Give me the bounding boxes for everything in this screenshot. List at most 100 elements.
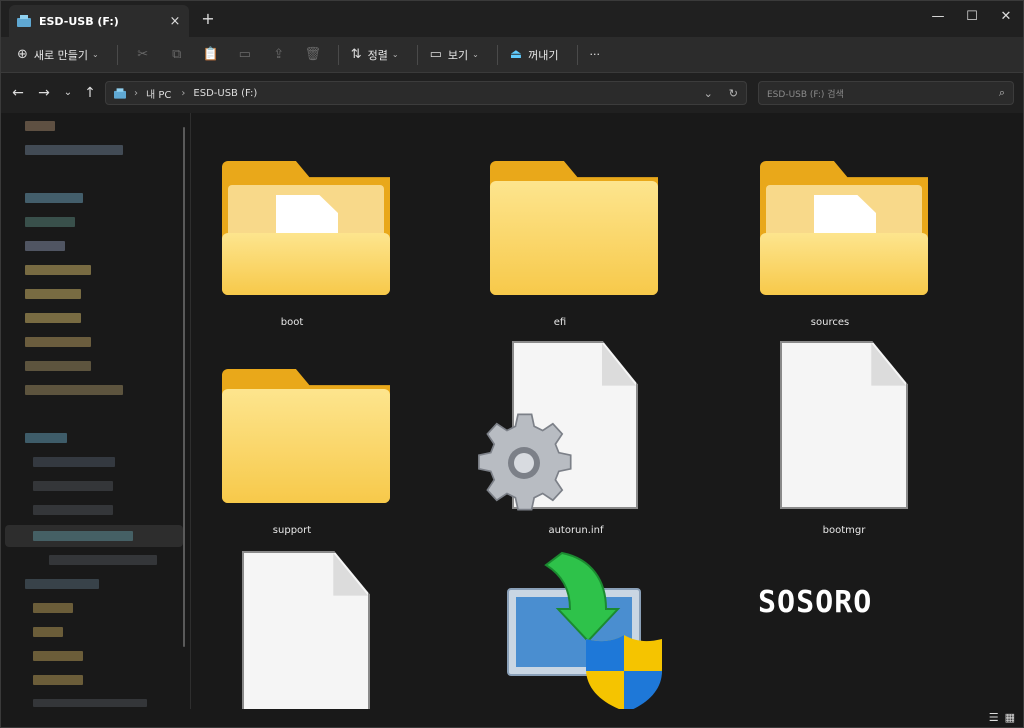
nav-blur: [33, 457, 115, 467]
nav-blur: [25, 361, 91, 371]
recent-chevron-icon[interactable]: ⌄: [59, 87, 77, 98]
sort-label: 정렬: [367, 48, 388, 62]
file-item-efi[interactable]: efi: [460, 131, 660, 331]
back-icon[interactable]: ←: [9, 85, 27, 101]
chevron-right-icon: ›: [181, 87, 186, 99]
divider: [116, 44, 118, 65]
nav-blur: [25, 145, 123, 155]
file-item-setup[interactable]: [502, 549, 702, 709]
nav-blur: [25, 193, 83, 203]
refresh-icon[interactable]: ↻: [729, 87, 738, 100]
nav-blur: [25, 579, 99, 589]
large-icons-view-icon[interactable]: ▦: [1005, 711, 1015, 724]
file-item-autorun[interactable]: autorun.inf: [476, 339, 676, 539]
rename-icon[interactable]: ▭: [228, 41, 262, 69]
item-label: sources: [810, 317, 850, 328]
share-icon[interactable]: ⇪: [262, 41, 296, 69]
minimize-button[interactable]: —: [921, 1, 955, 31]
copy-icon[interactable]: ⧉: [160, 41, 194, 69]
navigation-pane[interactable]: [1, 113, 191, 709]
search-icon: ⌕: [998, 86, 1005, 99]
item-label: boot: [280, 317, 304, 328]
new-tab-button[interactable]: +: [199, 9, 217, 28]
nav-blur: [33, 651, 83, 661]
drive-icon: [17, 15, 31, 27]
new-button[interactable]: ⊕ 새로 만들기 ⌄: [13, 41, 103, 69]
explorer-window: ESD-USB (F:) × + — ☐ ✕ ⊕ 새로 만들기 ⌄ ✂ ⧉ 📋 …: [0, 0, 1024, 728]
nav-blur: [33, 627, 63, 637]
command-bar: ⊕ 새로 만들기 ⌄ ✂ ⧉ 📋 ▭ ⇪ 🗑 ⇅ 정렬 ⌄ ▭ 보기 ⌄ ⏏ 꺼…: [1, 37, 1023, 73]
file-list: boot efi sources support autorun.inf boo…: [192, 113, 1023, 709]
eject-button[interactable]: ⏏ 꺼내기: [506, 41, 563, 69]
file-item-blank[interactable]: [208, 549, 408, 709]
watermark-logo: SOSORO: [758, 585, 873, 620]
nav-blur: [25, 241, 65, 251]
chevron-down-icon: ⌄: [391, 50, 399, 59]
gear-icon: [478, 413, 572, 511]
nav-blur: [25, 217, 75, 227]
folder-icon: [490, 161, 658, 295]
sort-button[interactable]: ⇅ 정렬 ⌄: [347, 41, 403, 69]
file-item-bootmgr[interactable]: bootmgr: [744, 339, 944, 539]
address-row: ← → ⌄ ↑ › 내 PC › ESD-USB (F:) ⌄ ↻ ESD-US…: [1, 73, 1023, 113]
plus-circle-icon: ⊕: [17, 47, 28, 62]
tab-close-icon[interactable]: ×: [167, 14, 183, 29]
maximize-button[interactable]: ☐: [955, 1, 989, 31]
divider: [337, 44, 339, 65]
eject-label: 꺼내기: [528, 48, 559, 62]
search-placeholder: ESD-USB (F:) 검색: [767, 89, 844, 100]
title-bar: ESD-USB (F:) × + — ☐ ✕: [1, 1, 1023, 37]
forward-icon[interactable]: →: [35, 85, 53, 101]
item-label: bootmgr: [822, 525, 866, 536]
chevron-down-icon: ⌄: [472, 50, 479, 59]
close-window-button[interactable]: ✕: [989, 1, 1023, 31]
chevron-right-icon: ›: [134, 87, 138, 99]
file-item-boot[interactable]: boot: [192, 131, 392, 331]
nav-blur: [33, 505, 113, 515]
nav-blur: [25, 121, 55, 131]
folder-with-doc-icon: [760, 161, 928, 295]
drive-icon: [114, 87, 126, 99]
nav-blur: [25, 265, 91, 275]
nav-blur: [25, 385, 123, 395]
more-button[interactable]: ···: [586, 41, 605, 69]
folder-with-doc-icon: [222, 161, 390, 295]
breadcrumb-this-pc[interactable]: 내 PC: [146, 86, 171, 101]
tab-esd-usb[interactable]: ESD-USB (F:) ×: [9, 5, 189, 37]
nav-blur: [25, 337, 91, 347]
nav-blur: [33, 603, 73, 613]
new-label: 새로 만들기: [33, 48, 89, 62]
search-input[interactable]: ESD-USB (F:) 검색 ⌕: [758, 81, 1014, 105]
nav-blur: [33, 481, 113, 491]
details-view-icon[interactable]: ☰: [989, 711, 999, 724]
sort-icon: ⇅: [350, 47, 362, 62]
nav-blur: [33, 675, 83, 685]
file-item-support[interactable]: support: [192, 339, 392, 539]
eject-icon: ⏏: [509, 47, 523, 62]
nav-blur: [25, 289, 81, 299]
item-label: efi: [553, 317, 567, 328]
divider: [576, 44, 578, 65]
divider: [416, 44, 418, 65]
cut-icon[interactable]: ✂: [126, 41, 160, 69]
history-chevron-icon[interactable]: ⌄: [704, 87, 713, 100]
nav-blur: [49, 555, 157, 565]
tab-label: ESD-USB (F:): [39, 14, 119, 28]
chevron-down-icon: ⌄: [92, 50, 99, 59]
file-item-sources[interactable]: sources: [730, 131, 930, 331]
breadcrumb-drive[interactable]: ESD-USB (F:): [193, 88, 257, 99]
item-label: support: [272, 525, 312, 536]
delete-icon[interactable]: 🗑: [296, 41, 330, 69]
setup-installer-icon: [507, 551, 662, 709]
paste-icon[interactable]: 📋: [194, 41, 228, 69]
divider: [496, 44, 498, 65]
nav-blur: [25, 313, 81, 323]
nav-blur: [33, 699, 147, 707]
status-bar: ☰ ▦: [1, 709, 1023, 727]
up-icon[interactable]: ↑: [81, 85, 99, 101]
nav-blur: [25, 433, 67, 443]
address-bar[interactable]: › 내 PC › ESD-USB (F:) ⌄ ↻: [105, 81, 747, 105]
nav-blur: [33, 531, 133, 541]
view-button[interactable]: ▭ 보기 ⌄: [426, 41, 483, 69]
sidebar-scrollbar[interactable]: [183, 127, 185, 647]
